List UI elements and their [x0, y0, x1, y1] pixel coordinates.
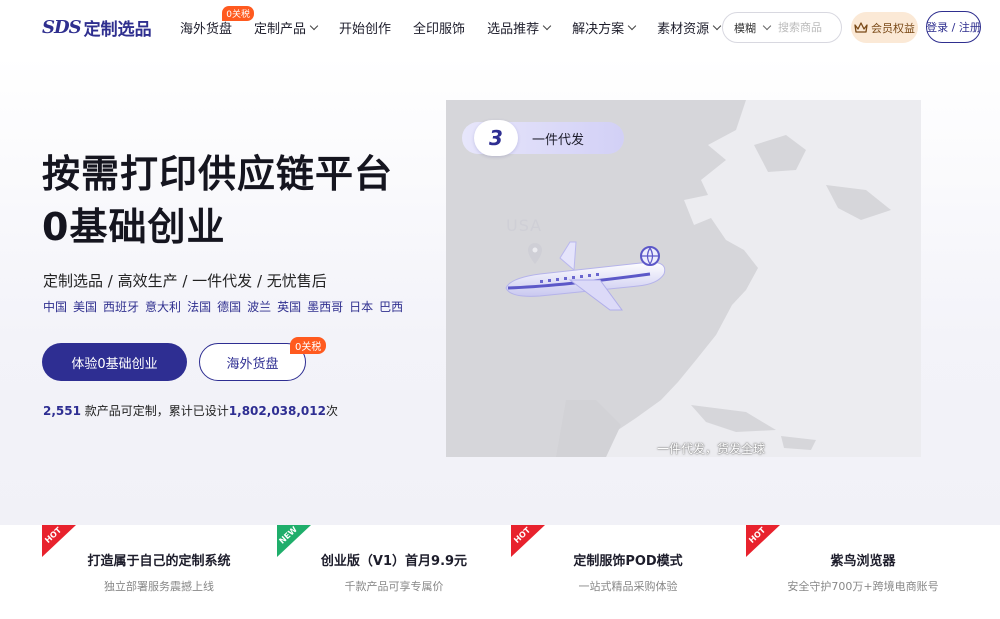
- logo-text: 定制选品: [83, 19, 152, 40]
- chevron-down-icon: [309, 21, 319, 31]
- card-title: 紫鸟浏览器: [830, 554, 896, 569]
- country-link[interactable]: 巴西: [379, 298, 403, 315]
- logo-mark: SDS: [42, 16, 82, 38]
- card-title: 创业版（V1）首月9.9元: [320, 554, 468, 569]
- stats-line: 2,551 款产品可定制，累计已设计1,802,038,012次: [43, 402, 338, 419]
- product-count: 2,551: [43, 404, 81, 418]
- hero-title-line: 按需打印供应链平台: [42, 152, 394, 196]
- card-description: 独立部署服务震撼上线: [104, 580, 214, 593]
- start-business-button[interactable]: 体验0基础创业: [42, 343, 187, 381]
- promo-card[interactable]: NEW 创业版（V1）首月9.9元 千款产品可享专属价: [277, 525, 511, 619]
- nav-item-label: 开始创作: [339, 22, 392, 37]
- card-title: 打造属于自己的定制系统: [87, 554, 231, 569]
- country-link[interactable]: 法国: [187, 298, 211, 315]
- search-input[interactable]: [778, 21, 834, 34]
- top-header: SDS 定制选品 海外货盘 0关税 定制产品 开始创作 全印服饰 选品推荐 解决…: [0, 0, 1000, 55]
- zero-tariff-badge: 0关税: [222, 6, 255, 21]
- promo-card[interactable]: HOT 紫鸟浏览器 安全守护700万+跨境电商账号: [746, 525, 980, 619]
- country-link[interactable]: 美国: [73, 298, 97, 315]
- nav-item-custom-products[interactable]: 定制产品: [254, 18, 319, 37]
- map-caption: 一件代发，货发全球: [657, 442, 766, 456]
- search-box: 模糊: [722, 12, 842, 43]
- chevron-down-icon: [627, 21, 637, 31]
- promo-cards: HOT 打造属于自己的定制系统 独立部署服务震撼上线 NEW 创业版（V1）首月…: [0, 525, 1000, 619]
- promo-card[interactable]: HOT 打造属于自己的定制系统 独立部署服务震撼上线: [42, 525, 276, 619]
- country-link[interactable]: 日本: [349, 298, 373, 315]
- hero-subtitle: 定制选品 / 高效生产 / 一件代发 / 无忧售后: [43, 272, 327, 290]
- nav-item-label: 解决方案: [572, 22, 625, 37]
- card-description: 千款产品可享专属价: [344, 580, 444, 593]
- card-title: 定制服饰POD模式: [573, 554, 683, 569]
- map-country-label: USA: [506, 216, 543, 235]
- nav-item-label: 全印服饰: [413, 22, 466, 37]
- nav-item-assets[interactable]: 素材资源: [657, 18, 722, 37]
- design-count: 1,802,038,012: [228, 404, 326, 418]
- country-link[interactable]: 英国: [277, 298, 301, 315]
- nav-item-label: 定制产品: [254, 22, 307, 37]
- nav-item-label: 选品推荐: [487, 22, 540, 37]
- step-number: 3: [474, 120, 518, 156]
- chevron-down-icon: [712, 21, 722, 31]
- country-link[interactable]: 中国: [43, 298, 67, 315]
- airplane-icon: [505, 241, 666, 311]
- stats-suffix: 次: [325, 404, 338, 418]
- country-link[interactable]: 德国: [217, 298, 241, 315]
- chevron-down-icon[interactable]: [762, 21, 772, 31]
- card-description: 一站式精品采购体验: [578, 580, 678, 593]
- promo-card[interactable]: HOT 定制服饰POD模式 一站式精品采购体验: [511, 525, 745, 619]
- search-mode-select[interactable]: 模糊: [734, 20, 756, 36]
- card-description: 安全守护700万+跨境电商账号: [787, 580, 939, 593]
- member-benefits-button[interactable]: 会员权益: [851, 12, 918, 43]
- site-logo[interactable]: SDS 定制选品: [42, 14, 152, 40]
- zero-tariff-badge: 0关税: [290, 337, 327, 354]
- stats-text: 款产品可定制，累计已设计: [80, 404, 229, 418]
- step-label: 一件代发: [532, 132, 585, 148]
- nav-item-all-over-print[interactable]: 全印服饰: [413, 18, 465, 37]
- nav-item-start-creating[interactable]: 开始创作: [339, 18, 391, 37]
- nav-item-label: 素材资源: [657, 22, 710, 37]
- nav-item-recommendations[interactable]: 选品推荐: [487, 18, 552, 37]
- login-register-button[interactable]: 登录 / 注册: [926, 11, 981, 43]
- nav-item-overseas-goods[interactable]: 海外货盘 0关税: [180, 6, 255, 37]
- nav-item-solutions[interactable]: 解决方案: [572, 18, 637, 37]
- country-link[interactable]: 西班牙: [103, 298, 139, 315]
- country-list: 中国 美国 西班牙 意大利 法国 德国 波兰 英国 墨西哥 日本 巴西: [43, 298, 409, 315]
- hero-title: 按需打印供应链平台 0基础创业: [42, 148, 393, 254]
- chevron-down-icon: [542, 21, 552, 31]
- country-link[interactable]: 波兰: [247, 298, 271, 315]
- step-pill: 3 一件代发: [462, 120, 624, 156]
- hero-title-line: 0基础创业: [42, 205, 226, 249]
- country-link[interactable]: 墨西哥: [307, 298, 343, 315]
- main-nav: 海外货盘 0关税 定制产品 开始创作 全印服饰 选品推荐 解决方案 素材资源: [180, 0, 742, 55]
- crown-icon: [854, 22, 868, 33]
- country-link[interactable]: 意大利: [145, 298, 181, 315]
- member-benefits-label: 会员权益: [871, 21, 915, 35]
